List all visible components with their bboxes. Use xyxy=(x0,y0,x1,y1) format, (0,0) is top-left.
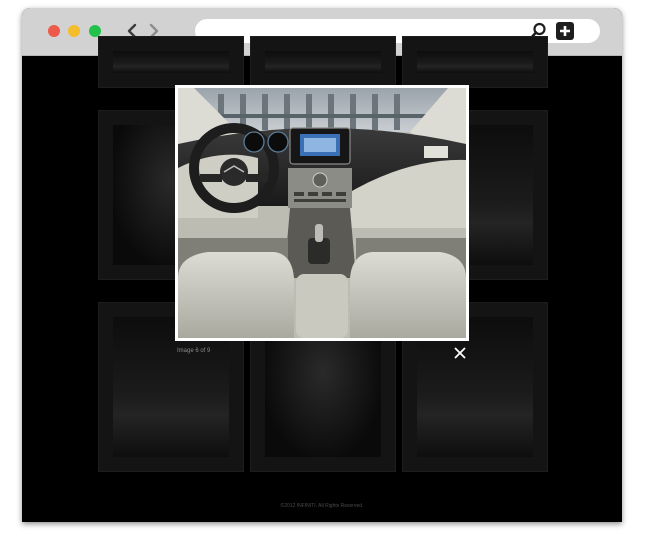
thumb-top-right[interactable] xyxy=(402,36,548,88)
lightbox-frame xyxy=(175,85,469,341)
close-window-button[interactable] xyxy=(48,25,60,37)
thumb-front-top[interactable] xyxy=(98,36,244,88)
close-icon[interactable] xyxy=(453,346,467,360)
new-tab-plus-icon[interactable] xyxy=(556,22,574,40)
image-counter-caption: Image 6 of 9 xyxy=(177,348,211,354)
gallery-page: ©2012 INFINITI. All Rights Reserved. Ima… xyxy=(22,36,622,522)
thumb-top-middle[interactable] xyxy=(250,36,396,88)
copyright-text: ©2012 INFINITI. All Rights Reserved. xyxy=(280,503,364,509)
minimize-window-button[interactable] xyxy=(68,25,80,37)
gallery-image xyxy=(417,51,533,73)
car-interior-photo xyxy=(178,88,466,338)
gallery-image xyxy=(265,51,381,73)
gallery-image xyxy=(113,51,229,73)
browser-window: ©2012 INFINITI. All Rights Reserved. Ima… xyxy=(22,8,622,522)
